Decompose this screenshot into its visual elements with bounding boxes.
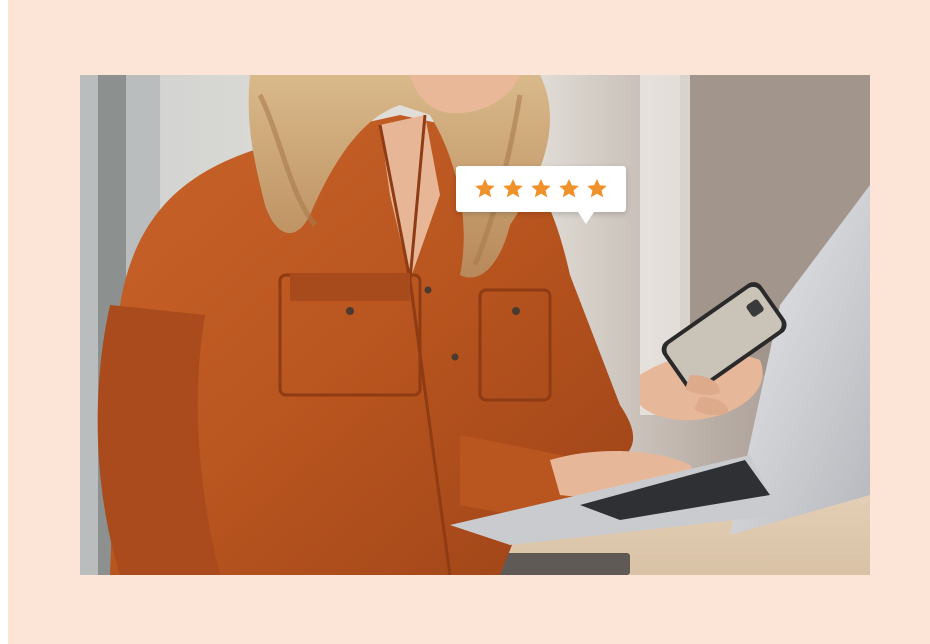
star-icon: [559, 179, 579, 198]
hero-photo: [80, 75, 870, 575]
page-background: [8, 0, 930, 644]
star-icon: [475, 179, 495, 198]
rating-callout: [456, 166, 626, 224]
star-icon: [503, 179, 523, 198]
star-icon: [587, 179, 607, 198]
star-icon: [531, 179, 551, 198]
photo-illustration: [80, 75, 870, 575]
